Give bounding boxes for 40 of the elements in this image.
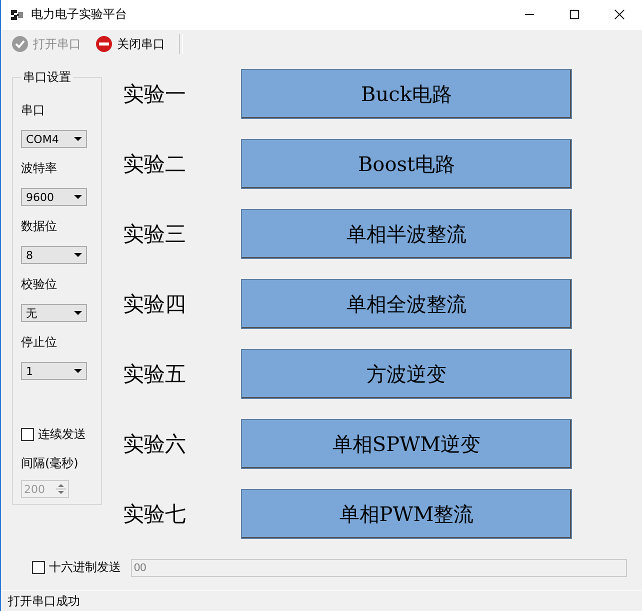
dropdown[interactable]: 1 <box>21 362 87 380</box>
experiment-label: 实验三 <box>122 221 187 248</box>
field-label: 停止位 <box>21 334 57 352</box>
dropdown[interactable]: 无 <box>21 304 87 322</box>
experiment-label: 实验七 <box>122 501 187 528</box>
spin-arrows-icon <box>56 482 66 496</box>
experiment-label: 实验六 <box>122 431 187 458</box>
experiment-button[interactable]: 单相SPWM逆变 <box>241 419 572 470</box>
field-label: 校验位 <box>21 276 57 294</box>
experiment-label: 实验二 <box>122 151 187 178</box>
dropdown[interactable]: 8 <box>21 246 87 264</box>
caret-icon <box>74 369 82 374</box>
dropdown[interactable]: 9600 <box>21 188 87 206</box>
caret-icon <box>74 137 82 142</box>
experiment-label: 实验一 <box>122 81 187 108</box>
check-icon <box>11 35 29 54</box>
experiment-label: 实验四 <box>122 291 187 318</box>
close-icon[interactable] <box>614 9 625 20</box>
caret-icon <box>74 311 82 316</box>
continuous-send-checkbox[interactable]: 连续发送 <box>21 426 86 444</box>
experiment-button[interactable]: 单相半波整流 <box>241 209 572 260</box>
dropdown[interactable]: COM4 <box>21 130 87 148</box>
close-port-button[interactable]: 关闭串口 <box>95 33 173 56</box>
field-label: 串口 <box>21 102 45 120</box>
field-label: 波特率 <box>21 160 57 178</box>
caret-icon <box>74 253 82 258</box>
experiment-button[interactable]: Buck电路 <box>241 69 572 120</box>
caret-icon <box>74 195 82 200</box>
experiment-button[interactable]: 方波逆变 <box>241 349 572 400</box>
hex-send-checkbox[interactable]: 十六进制发送 <box>32 559 121 576</box>
stop-icon <box>95 35 113 54</box>
experiment-button[interactable]: Boost电路 <box>241 139 572 190</box>
group-title: 串口设置 <box>22 69 72 86</box>
field-label: 数据位 <box>21 218 57 236</box>
experiment-button[interactable]: 单相PWM整流 <box>241 489 572 540</box>
window-title: 电力电子实验平台 <box>31 6 127 24</box>
maximize-icon[interactable] <box>569 9 580 20</box>
experiment-label: 实验五 <box>122 361 187 388</box>
field-label: 间隔(毫秒) <box>21 455 78 472</box>
experiment-button[interactable]: 单相全波整流 <box>241 279 572 330</box>
